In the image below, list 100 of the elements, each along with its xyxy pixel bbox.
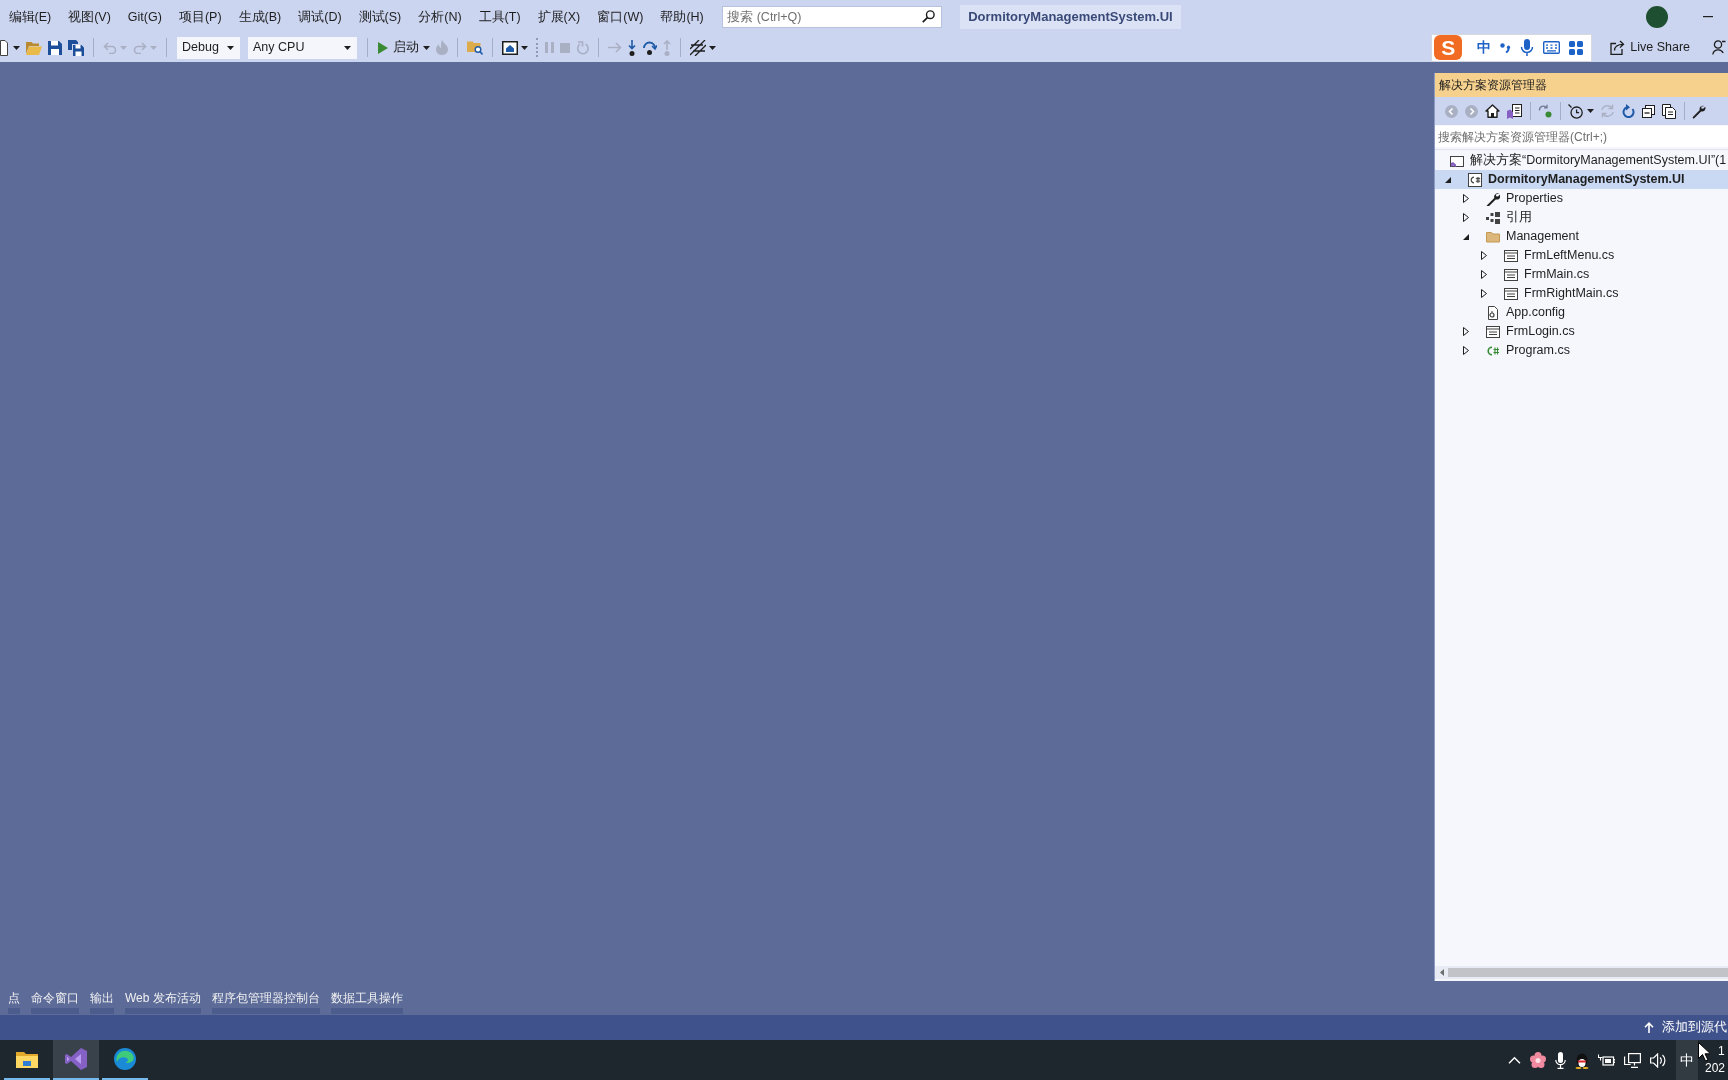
- step-over-icon[interactable]: [642, 40, 657, 55]
- microphone-icon[interactable]: [1555, 1051, 1566, 1069]
- horizontal-scrollbar[interactable]: [1435, 966, 1728, 979]
- caret-icon[interactable]: [1587, 109, 1594, 113]
- collapsed-arrow-icon[interactable]: [1463, 213, 1469, 222]
- ime-mode-button[interactable]: 中: [1477, 39, 1492, 56]
- caret-icon[interactable]: [13, 45, 20, 50]
- arrow-up-icon[interactable]: [1644, 1022, 1654, 1033]
- expanded-arrow-icon[interactable]: [1463, 233, 1469, 240]
- penguin-icon[interactable]: [1575, 1051, 1589, 1069]
- arrows-dot-icon[interactable]: [1538, 104, 1552, 118]
- tree-item[interactable]: Program.cs: [1435, 341, 1728, 360]
- menu-item[interactable]: 测试(S): [350, 5, 410, 28]
- wrench-icon: [1486, 191, 1500, 206]
- tree-item[interactable]: FrmLeftMenu.cs: [1435, 246, 1728, 265]
- tree-item[interactable]: App.config: [1435, 303, 1728, 322]
- expanded-arrow-icon[interactable]: [1445, 176, 1451, 183]
- collapse-icon[interactable]: [1642, 104, 1655, 118]
- battery-plug-icon[interactable]: [1598, 1054, 1615, 1066]
- code-file-icon: [1486, 343, 1500, 358]
- share-icon: [1610, 40, 1626, 55]
- caret-icon: [227, 45, 234, 50]
- documents-icon[interactable]: [1507, 103, 1522, 119]
- ribbon-logo-icon: [65, 1048, 87, 1070]
- menu-item[interactable]: 工具(T): [470, 5, 530, 28]
- mouse-pointer-icon: [1698, 1042, 1710, 1062]
- triangle-left-icon[interactable]: [1440, 969, 1444, 976]
- tree-item[interactable]: FrmMain.cs: [1435, 265, 1728, 284]
- caret-icon[interactable]: [521, 45, 528, 50]
- clock-time[interactable]: 1: [1718, 1043, 1728, 1060]
- dropdown[interactable]: Debug: [177, 36, 240, 59]
- monitor-icon[interactable]: [1624, 1052, 1641, 1068]
- dropdown[interactable]: Any CPU: [248, 36, 357, 59]
- refresh-icon[interactable]: [1622, 104, 1635, 118]
- live-share-button[interactable]: Live Share: [1610, 40, 1690, 55]
- clock-date[interactable]: 202: [1705, 1060, 1728, 1077]
- home-icon[interactable]: [1485, 104, 1500, 118]
- tree-item[interactable]: 解决方案“DormitoryManagementSystem.UI”(1: [1435, 151, 1728, 170]
- flower-icon[interactable]: [1530, 1052, 1546, 1068]
- ime-mode-indicator[interactable]: 中: [1676, 1040, 1698, 1080]
- search-field[interactable]: 搜索解决方案资源管理器(Ctrl+;): [1435, 126, 1728, 147]
- files-icon[interactable]: [1662, 103, 1676, 119]
- tree-item[interactable]: 引用: [1435, 208, 1728, 227]
- menu-item[interactable]: 项目(P): [170, 5, 231, 28]
- form-icon: [1504, 248, 1518, 263]
- folder-icon: [16, 1050, 38, 1068]
- menu-item[interactable]: 生成(B): [230, 5, 290, 28]
- toolbar-grip[interactable]: [536, 38, 539, 57]
- menu-item[interactable]: 帮助(H): [651, 5, 713, 28]
- person-icon[interactable]: [1712, 40, 1726, 55]
- status-text[interactable]: 添加到源代: [1662, 1020, 1727, 1035]
- avatar-icon[interactable]: [1646, 5, 1668, 28]
- punctuation-icon[interactable]: [1500, 42, 1512, 53]
- floppy-disks-icon[interactable]: [68, 39, 84, 56]
- search-field[interactable]: 搜索 (Ctrl+Q): [722, 5, 943, 28]
- scrollbar-thumb[interactable]: [1448, 968, 1728, 977]
- tree-item[interactable]: Management: [1435, 227, 1728, 246]
- tree-item[interactable]: FrmRightMain.cs: [1435, 284, 1728, 303]
- clock-icon[interactable]: [1568, 103, 1583, 119]
- menu-item[interactable]: 调试(D): [289, 5, 351, 28]
- menu-item[interactable]: 窗口(W): [588, 5, 652, 28]
- collapsed-arrow-icon[interactable]: [1463, 327, 1469, 336]
- tree-item[interactable]: FrmLogin.cs: [1435, 322, 1728, 341]
- taskbar-button[interactable]: [53, 1040, 99, 1080]
- start-button[interactable]: 启动: [374, 40, 423, 55]
- chevron-up-icon[interactable]: [1508, 1056, 1521, 1064]
- menu-item[interactable]: 分析(N): [409, 5, 471, 28]
- play-icon: [378, 41, 388, 54]
- collapsed-arrow-icon[interactable]: [1463, 194, 1469, 203]
- window-home-icon[interactable]: [502, 40, 518, 55]
- menu-item[interactable]: 扩展(X): [529, 5, 589, 28]
- solution-name: DormitoryManagementSystem.UI: [960, 4, 1181, 29]
- tree-item[interactable]: DormitoryManagementSystem.UI: [1435, 170, 1728, 189]
- menu-item[interactable]: 视图(V): [59, 5, 120, 28]
- menu-item[interactable]: Git(G): [119, 5, 171, 28]
- grid-icon[interactable]: [1569, 40, 1584, 55]
- caret-icon: [344, 45, 351, 50]
- collapsed-arrow-icon[interactable]: [1481, 289, 1487, 298]
- collapsed-arrow-icon[interactable]: [1463, 346, 1469, 355]
- wrench-icon[interactable]: [1692, 103, 1706, 119]
- form-icon: [1504, 267, 1518, 282]
- speaker-icon[interactable]: [1650, 1052, 1667, 1068]
- search-icon[interactable]: [922, 9, 936, 23]
- swirl-logo-icon: [114, 1048, 136, 1070]
- project-icon: [1468, 172, 1482, 187]
- config-file-icon: [1486, 305, 1500, 320]
- form-icon: [1486, 324, 1500, 339]
- caret-icon[interactable]: [423, 45, 430, 50]
- document-icon[interactable]: [0, 39, 8, 56]
- menu-item[interactable]: 编辑(E): [0, 5, 60, 28]
- folder-icon: [1486, 229, 1500, 244]
- collapsed-arrow-icon[interactable]: [1481, 251, 1487, 260]
- minimize-icon[interactable]: [1703, 15, 1713, 18]
- collapsed-arrow-icon[interactable]: [1481, 270, 1487, 279]
- folder-search-icon[interactable]: [467, 40, 483, 55]
- tree-item[interactable]: Properties: [1435, 189, 1728, 208]
- caret-icon[interactable]: [709, 45, 716, 50]
- hatched-icon[interactable]: [690, 39, 706, 56]
- keyboard-icon[interactable]: [1543, 41, 1561, 54]
- step-into-icon[interactable]: [628, 39, 636, 56]
